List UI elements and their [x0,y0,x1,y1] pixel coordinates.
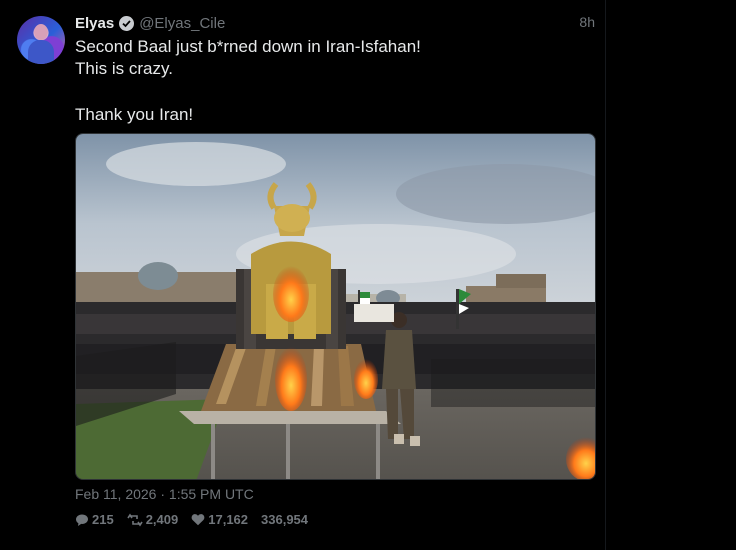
author-name[interactable]: Elyas [75,15,114,32]
reply-count: 215 [92,512,114,527]
like-stat[interactable]: 17,162 [191,512,248,527]
tweet-line: Thank you Iran! [75,105,194,124]
comment-bubble-icon [75,513,89,527]
tweet-card: Elyas @Elyas_Cile 8h Second Baal just b*… [0,0,606,550]
tweet-timestamp[interactable]: Feb 11, 2026 · 1:55 PM UTC [75,486,254,502]
views-stat[interactable]: 336,954 [261,512,308,527]
photo-scene [76,134,595,479]
like-count: 17,162 [208,512,249,527]
avatar[interactable] [17,16,65,64]
avatar-body [28,40,54,64]
author-handle[interactable]: @Elyas_Cile [139,15,225,32]
views-count: 336,954 [261,512,309,527]
reply-stat[interactable]: 215 [75,512,114,527]
time-ago[interactable]: 8h [579,14,595,30]
retweet-stat[interactable]: 2,409 [127,512,179,527]
retweet-arrows-icon [127,513,143,527]
tweet-text: Second Baal just b*rned down in Iran-Isf… [75,36,595,126]
retweet-count: 2,409 [145,512,179,527]
right-pane [606,0,736,550]
tweet-line: Second Baal just b*rned down in Iran-Isf… [75,37,421,56]
heart-icon [191,513,205,526]
avatar-face [34,24,48,40]
tweet-header: Elyas @Elyas_Cile [75,13,225,33]
tweet-stats: 215 2,409 17,162 336,954 [75,512,308,527]
tweet-line: This is crazy. [75,59,173,78]
tweet-photo[interactable] [75,133,596,480]
verified-badge-icon [119,15,135,31]
